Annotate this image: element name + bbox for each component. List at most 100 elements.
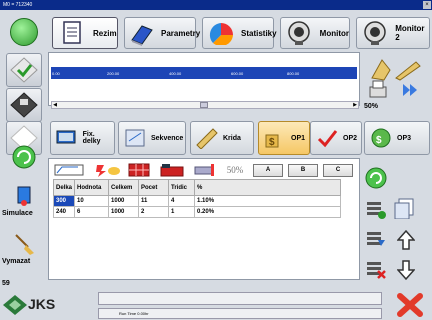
floppy-icon <box>10 92 38 118</box>
move-up-button[interactable] <box>394 228 418 252</box>
sequence-icon <box>122 125 148 151</box>
camera-icon <box>361 19 389 47</box>
close-icon <box>397 293 423 317</box>
grid-tool[interactable] <box>127 161 151 178</box>
tab-op2[interactable]: OP2 <box>310 121 362 155</box>
ruler-mark: 400.00 <box>169 71 182 76</box>
toolbar-parametry-button[interactable]: Parametry <box>124 17 200 49</box>
table-cell[interactable]: 4 <box>168 195 196 207</box>
svg-text:$: $ <box>376 135 382 146</box>
table-cell[interactable]: 10 <box>74 195 110 207</box>
tab-krida[interactable]: Krida <box>190 121 254 155</box>
delete-row-button[interactable] <box>364 258 388 282</box>
ruler-mark: 800.00 <box>287 71 300 76</box>
arrow-down-icon <box>397 260 415 281</box>
column-header[interactable]: Delka <box>52 179 76 196</box>
scroll-left-icon[interactable]: ◀ <box>52 102 58 108</box>
fast-tool[interactable] <box>93 161 123 178</box>
svg-text:$: $ <box>269 137 275 148</box>
refresh-icon <box>365 167 387 189</box>
waste-tool[interactable] <box>159 161 185 178</box>
table-cell[interactable]: 1000 <box>108 195 140 207</box>
length-ruler[interactable]: 0.00 200.00 400.00 600.00 800.00 <box>51 67 357 79</box>
fast-forward-button[interactable] <box>398 78 422 102</box>
column-header[interactable]: Celkem <box>108 179 140 196</box>
broom-icon <box>15 234 34 255</box>
table-cell[interactable]: 1 <box>168 206 196 218</box>
toolbar-label: Parametry <box>161 28 201 38</box>
ruler-mark: 0.00 <box>52 71 60 76</box>
column-header[interactable]: Tridic <box>168 179 196 196</box>
move-down-button[interactable] <box>394 258 418 282</box>
tab-op3[interactable]: $ OP3 <box>364 121 430 155</box>
import-row-button[interactable] <box>364 228 388 252</box>
column-header[interactable]: % <box>194 179 342 196</box>
tab-fix-delky[interactable]: Fix. delky <box>50 121 115 155</box>
document-icon <box>57 19 87 47</box>
tab-op1[interactable]: $ OP1 <box>258 121 310 155</box>
chalk-icon <box>194 125 220 151</box>
toolbar-rezim-button[interactable]: Rezim <box>52 17 118 49</box>
accept-button[interactable] <box>6 53 42 87</box>
copy-row-button[interactable] <box>392 196 416 220</box>
column-header[interactable]: Pocet <box>138 179 170 196</box>
table-cell[interactable]: 300 <box>52 195 76 207</box>
vymazat-button[interactable] <box>6 226 42 260</box>
save-button[interactable] <box>6 88 42 122</box>
scroll-thumb[interactable] <box>200 102 208 108</box>
table-cell[interactable]: 1.10% <box>194 195 342 207</box>
option-b-button[interactable]: B <box>288 164 318 177</box>
book-icon <box>129 19 155 47</box>
table-cell[interactable]: 6 <box>74 206 110 218</box>
profile-tool[interactable] <box>53 161 85 178</box>
vymazat-label: Vymazat <box>2 258 31 265</box>
tab-label: OP1 <box>291 134 306 142</box>
table-cell[interactable]: 240 <box>52 206 76 218</box>
trim-tool[interactable] <box>193 161 217 178</box>
simulate-icon <box>17 186 31 206</box>
refresh-button[interactable] <box>6 140 42 174</box>
toolbar-label: Monitor <box>319 28 349 38</box>
option-c-button[interactable]: C <box>323 164 353 177</box>
table-cell[interactable]: 1000 <box>108 206 140 218</box>
simulace-label: Simulace <box>2 210 33 217</box>
check-diamond-icon <box>10 57 38 83</box>
refresh-list-button[interactable] <box>364 166 388 190</box>
print-button[interactable] <box>366 78 390 102</box>
status-icon[interactable] <box>10 18 38 46</box>
lightning-icon <box>96 164 120 177</box>
exit-button[interactable] <box>396 292 424 318</box>
horizontal-scrollbar[interactable]: ◀ ▶ <box>51 101 359 109</box>
waste-icon <box>160 163 184 176</box>
simulace-button[interactable] <box>6 178 42 212</box>
table-row[interactable]: 240 6 1000 2 1 0.20% <box>52 206 342 218</box>
add-row-icon <box>367 202 386 219</box>
column-header[interactable]: Hodnota <box>74 179 110 196</box>
scroll-right-icon[interactable]: ▶ <box>352 102 358 108</box>
table-cell[interactable]: 11 <box>138 195 170 207</box>
window-title: M0 = 712340 <box>3 2 33 8</box>
option-a-button[interactable]: A <box>253 164 283 177</box>
toolbar-label: Rezim <box>93 28 117 38</box>
ruler-mark: 600.00 <box>231 71 244 76</box>
table-cell[interactable]: 0.20% <box>194 206 342 218</box>
copy-icon <box>394 198 414 219</box>
window-titlebar: M0 = 712340 × <box>0 0 432 10</box>
percent-field[interactable]: 50% <box>221 161 249 178</box>
close-window-button[interactable]: × <box>423 1 431 9</box>
profile-icon <box>54 164 84 175</box>
import-icon <box>367 232 385 246</box>
grid-icon <box>128 163 150 176</box>
toolbar-monitor-button[interactable]: Monitor <box>280 17 350 49</box>
add-row-button[interactable] <box>364 198 388 222</box>
toolbar-statistiky-button[interactable]: Statistiky <box>202 17 277 49</box>
table-header-row: Delka Hodnota Celkem Pocet Tridic % <box>52 179 342 196</box>
coins-icon: $ <box>262 125 288 151</box>
tab-sekvence[interactable]: Sekvence <box>118 121 186 155</box>
table-row[interactable]: 300 10 1000 11 4 1.10% <box>52 195 342 207</box>
arrow-up-icon <box>397 229 415 250</box>
table-cell[interactable]: 2 <box>138 206 170 218</box>
toolbar-monitor2-button[interactable]: Monitor 2 <box>356 17 430 49</box>
recycle-icon: $ <box>368 125 394 151</box>
toolbar-label: Monitor 2 <box>395 24 425 42</box>
